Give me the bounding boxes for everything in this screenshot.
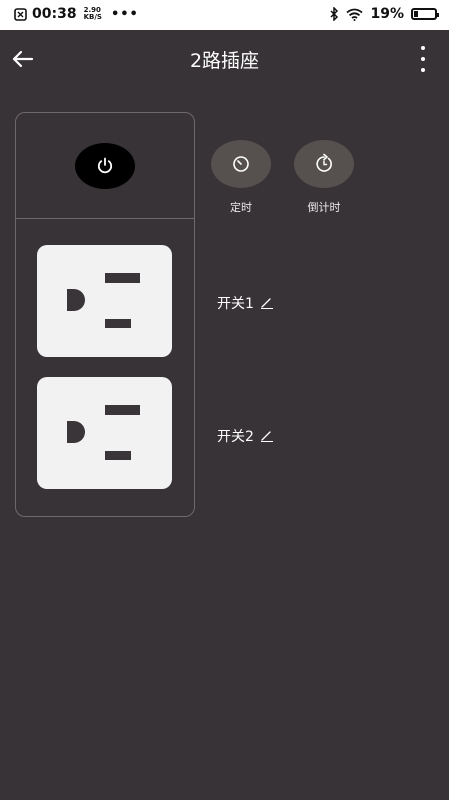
timer-label: 定时 bbox=[230, 201, 252, 214]
socket-panel bbox=[15, 112, 195, 517]
timer-icon bbox=[233, 156, 249, 172]
outlet-1[interactable] bbox=[37, 245, 172, 357]
outlet-slot bbox=[105, 405, 140, 415]
countdown-label: 倒计时 bbox=[307, 201, 341, 214]
app-bar: 2路插座 bbox=[0, 30, 449, 90]
countdown-button[interactable] bbox=[294, 140, 354, 188]
more-button[interactable] bbox=[419, 46, 427, 72]
status-more-dots: ••• bbox=[110, 6, 139, 22]
outlet-ground-hole bbox=[67, 421, 85, 443]
notification-icon bbox=[14, 7, 27, 21]
outlet-slot bbox=[105, 319, 131, 328]
master-power-section bbox=[16, 113, 194, 219]
outlet-2[interactable] bbox=[37, 377, 172, 489]
outlet-slot bbox=[105, 273, 140, 283]
countdown-icon bbox=[316, 153, 332, 172]
switch-2-row[interactable]: 开关2 bbox=[217, 426, 274, 446]
more-vertical-icon bbox=[421, 46, 425, 50]
master-power-button[interactable] bbox=[75, 143, 135, 189]
switch-2-label: 开关2 bbox=[217, 429, 254, 445]
pencil-icon[interactable] bbox=[260, 297, 274, 309]
status-bar: 00:38 2.90 KB/S ••• 19% bbox=[0, 0, 449, 30]
battery-percent: 19% bbox=[370, 6, 404, 22]
timer-button[interactable] bbox=[211, 140, 271, 188]
status-left: 00:38 2.90 KB/S ••• bbox=[14, 6, 139, 22]
power-icon bbox=[97, 157, 113, 174]
bluetooth-icon bbox=[330, 7, 339, 21]
battery-fill bbox=[414, 11, 418, 17]
pencil-icon[interactable] bbox=[260, 430, 274, 442]
switch-1-label: 开关1 bbox=[217, 296, 254, 312]
status-right: 19% bbox=[329, 6, 439, 22]
outlet-ground-hole bbox=[67, 289, 85, 311]
wifi-icon bbox=[346, 8, 364, 21]
battery-icon bbox=[411, 8, 439, 20]
network-speed: 2.90 KB/S bbox=[83, 6, 102, 21]
status-time: 00:38 bbox=[32, 6, 77, 22]
outlet-slot bbox=[105, 451, 131, 460]
switch-1-row[interactable]: 开关1 bbox=[217, 293, 274, 313]
page-title: 2路插座 bbox=[189, 50, 260, 72]
